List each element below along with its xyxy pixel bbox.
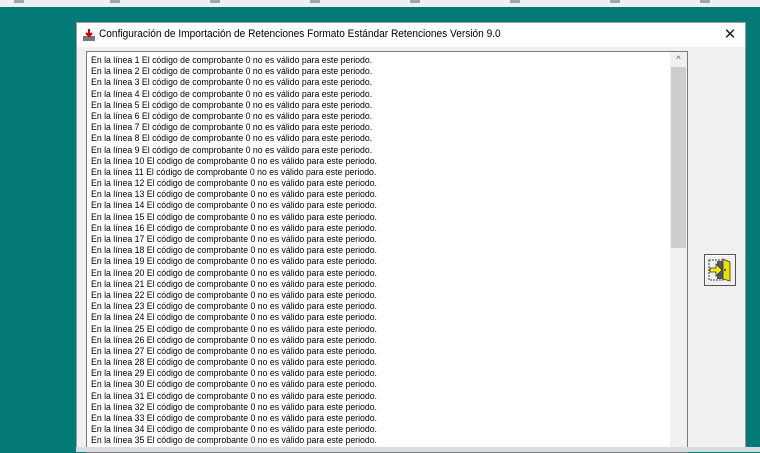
log-line: En la línea 22 El código de comprobante … bbox=[91, 288, 377, 300]
top-strip bbox=[0, 0, 760, 7]
log-line: En la línea 30 El código de comprobante … bbox=[91, 378, 377, 390]
strip-mark bbox=[610, 0, 620, 3]
log-line: En la línea 18 El código de comprobante … bbox=[91, 244, 377, 256]
log-lines: En la línea 1 El código de comprobante 0… bbox=[91, 54, 399, 452]
log-line: En la línea 17 El código de comprobante … bbox=[91, 233, 377, 244]
close-button[interactable]: ✕ bbox=[715, 23, 745, 47]
log-line: En la línea 19 El código de comprobante … bbox=[91, 255, 377, 267]
log-line: En la línea 27 El código de comprobante … bbox=[91, 344, 377, 356]
log-line: En la línea 13 El código de comprobante … bbox=[91, 188, 377, 200]
log-line: En la línea 32 El código de comprobante … bbox=[91, 400, 377, 412]
strip-mark bbox=[700, 0, 710, 3]
log-line: En la línea 3 El código de comprobante 0… bbox=[91, 76, 373, 88]
log-line: En la línea 9 El código de comprobante 0… bbox=[91, 143, 373, 155]
log-line: En la línea 24 El código de comprobante … bbox=[91, 311, 377, 323]
log-line: En la línea 21 El código de comprobante … bbox=[91, 277, 377, 289]
import-dialog: Configuración de Importación de Retencio… bbox=[76, 22, 746, 453]
log-line: En la línea 14 El código de comprobante … bbox=[91, 199, 377, 211]
window-title: Configuración de Importación de Retencio… bbox=[99, 28, 501, 40]
exit-door-icon bbox=[708, 258, 731, 282]
strip-mark bbox=[14, 0, 24, 3]
log-line: En la línea 12 El código de comprobante … bbox=[91, 177, 377, 189]
log-line: En la línea 7 El código de comprobante 0… bbox=[91, 121, 373, 133]
strip-mark bbox=[510, 0, 520, 3]
log-line: En la línea 10 El código de comprobante … bbox=[91, 154, 377, 166]
log-line: En la línea 5 El código de comprobante 0… bbox=[91, 98, 373, 110]
log-line: En la línea 20 El código de comprobante … bbox=[91, 266, 377, 278]
strip-mark bbox=[310, 0, 320, 3]
log-line: En la línea 15 El código de comprobante … bbox=[91, 210, 377, 222]
scrollbar-thumb[interactable] bbox=[671, 67, 686, 248]
log-line: En la línea 11 El código de comprobante … bbox=[91, 165, 377, 177]
strip-mark bbox=[110, 0, 120, 3]
title-bar: Configuración de Importación de Retencio… bbox=[77, 23, 745, 47]
log-line: En la línea 4 El código de comprobante 0… bbox=[91, 87, 373, 99]
strip-mark bbox=[410, 0, 420, 3]
scroll-up-button[interactable]: ^ bbox=[670, 52, 687, 66]
log-line: En la línea 1 El código de comprobante 0… bbox=[91, 54, 373, 65]
log-line: En la línea 28 El código de comprobante … bbox=[91, 356, 377, 368]
log-line: En la línea 29 El código de comprobante … bbox=[91, 367, 377, 379]
strip-mark bbox=[210, 0, 220, 3]
log-line: En la línea 31 El código de comprobante … bbox=[91, 389, 377, 401]
app-icon bbox=[83, 29, 95, 41]
log-line: En la línea 8 El código de comprobante 0… bbox=[91, 132, 373, 144]
log-line: En la línea 6 El código de comprobante 0… bbox=[91, 109, 373, 121]
log-line: En la línea 23 El código de comprobante … bbox=[91, 300, 377, 312]
taskbar-edge bbox=[76, 447, 760, 452]
log-line: En la línea 16 El código de comprobante … bbox=[91, 221, 377, 233]
log-line: En la línea 35 El código de comprobante … bbox=[91, 434, 377, 446]
log-line: En la línea 2 El código de comprobante 0… bbox=[91, 65, 373, 77]
close-icon: ✕ bbox=[723, 26, 737, 43]
log-line: En la línea 34 El código de comprobante … bbox=[91, 423, 377, 435]
log-line: En la línea 33 El código de comprobante … bbox=[91, 412, 377, 423]
log-line: En la línea 26 El código de comprobante … bbox=[91, 333, 377, 345]
error-log-list[interactable]: En la línea 1 El código de comprobante 0… bbox=[86, 51, 688, 453]
vertical-scrollbar[interactable]: ^ bbox=[670, 52, 687, 452]
log-line: En la línea 25 El código de comprobante … bbox=[91, 322, 377, 334]
exit-button[interactable] bbox=[704, 254, 736, 286]
